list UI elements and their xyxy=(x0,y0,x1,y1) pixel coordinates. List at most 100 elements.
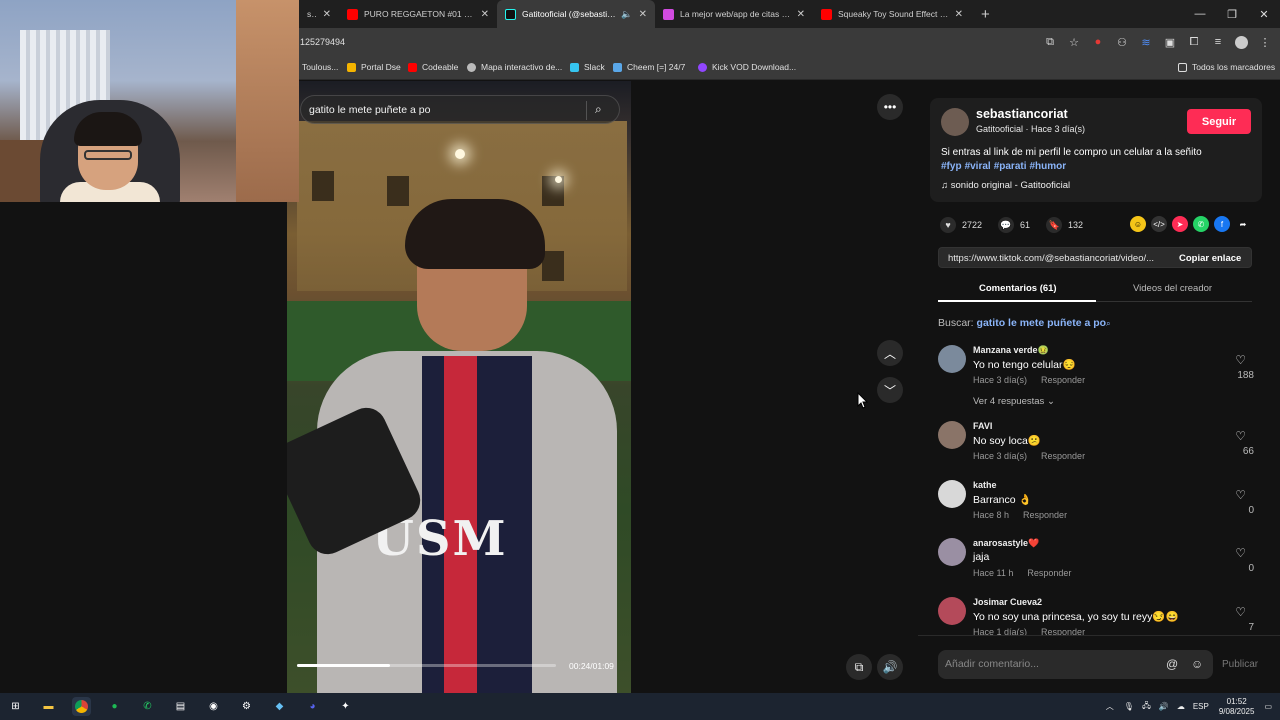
comment-like-icon[interactable]: ♡ xyxy=(1235,546,1246,560)
close-icon[interactable]: ✕ xyxy=(323,9,331,20)
sound-link[interactable]: ♫ sonido original - Gatitooficial xyxy=(941,180,1070,191)
extension-box-icon[interactable]: ▣ xyxy=(1163,36,1177,49)
volume-button[interactable]: 🔊 xyxy=(877,654,903,680)
settings-gear-icon[interactable]: ⚙ xyxy=(237,697,256,716)
hashtag-link[interactable]: #parati xyxy=(994,161,1027,172)
all-bookmarks[interactable]: Todos los marcadores xyxy=(1178,62,1275,72)
comment-button[interactable]: 💬 61 xyxy=(998,217,1030,233)
commenter-name[interactable]: Josimar Cueva2 xyxy=(973,597,1042,607)
windows-start-icon[interactable]: ⊞ xyxy=(6,697,25,716)
discord-icon[interactable]: ◕ xyxy=(303,697,322,716)
tab-comments[interactable]: Comentarios (61) xyxy=(979,283,1057,294)
bookmark-item[interactable]: Kick VOD Download... xyxy=(698,62,796,72)
close-icon[interactable]: ✕ xyxy=(639,9,647,20)
app-icon[interactable]: ✦ xyxy=(336,697,355,716)
video-progress-bar[interactable] xyxy=(297,664,556,667)
speaker-icon[interactable]: 🔈 xyxy=(621,9,632,20)
related-search[interactable]: Buscar: gatito le mete puñete a po⌕ xyxy=(938,317,1111,329)
next-video-button[interactable]: ﹀ xyxy=(877,377,903,403)
reply-button[interactable]: Responder xyxy=(1023,510,1067,520)
whatsapp-icon[interactable]: ✆ xyxy=(1193,216,1209,232)
microphone-icon[interactable]: 🎙 xyxy=(1124,702,1134,711)
notification-icon[interactable]: ▭ xyxy=(1264,702,1272,711)
hashtag-link[interactable]: #viral xyxy=(965,161,991,172)
comment-like-icon[interactable]: ♡ xyxy=(1235,429,1246,443)
extension-wave-icon[interactable]: ≋ xyxy=(1139,36,1153,49)
floating-player-button[interactable]: ⧉ xyxy=(846,654,872,680)
commenter-avatar[interactable] xyxy=(938,538,966,566)
creator-username[interactable]: sebastiancoriat xyxy=(976,107,1068,121)
commenter-name[interactable]: anarosastyle❤️ xyxy=(973,538,1039,549)
comment-input[interactable]: Añadir comentario... @ ☺ xyxy=(938,650,1213,679)
media-control-icon[interactable]: ≡ xyxy=(1211,36,1225,48)
network-icon[interactable]: 🖧 xyxy=(1142,700,1151,714)
mention-icon[interactable]: @ xyxy=(1166,657,1178,671)
view-replies-button[interactable]: Ver 4 respuestas ⌄ xyxy=(973,396,1055,407)
browser-tab[interactable]: PURO REGGAETON #01 (OLD) ✕ xyxy=(339,0,497,28)
extension-gamepad-icon[interactable]: ⚇ xyxy=(1115,36,1129,49)
close-icon[interactable]: ✕ xyxy=(481,9,489,20)
comment-like-icon[interactable]: ♡ xyxy=(1235,353,1246,367)
bookmark-item[interactable]: Codeable xyxy=(408,62,458,72)
tab-creator-videos[interactable]: Videos del creador xyxy=(1133,283,1212,294)
commenter-name[interactable]: Manzana verde🤢 xyxy=(973,345,1049,356)
commenter-avatar[interactable] xyxy=(938,421,966,449)
commenter-name[interactable]: FAVI xyxy=(973,421,992,431)
extensions-puzzle-icon[interactable]: ⧠ xyxy=(1187,36,1201,49)
facebook-icon[interactable]: f xyxy=(1214,216,1230,232)
commenter-avatar[interactable] xyxy=(938,480,966,508)
steam-icon[interactable]: ◆ xyxy=(270,697,289,716)
send-icon[interactable]: ➤ xyxy=(1172,216,1188,232)
tray-chevron-icon[interactable]: ︿ xyxy=(1106,701,1114,712)
hashtag-link[interactable]: #humor xyxy=(1030,161,1067,172)
post-link-text[interactable]: https://www.tiktok.com/@sebastiancoriat/… xyxy=(948,253,1168,264)
commenter-name[interactable]: kathe xyxy=(973,480,997,490)
obs-icon[interactable]: ◉ xyxy=(204,697,223,716)
browser-tab[interactable]: Squeaky Toy Sound Effect - You ✕ xyxy=(813,0,971,28)
close-icon[interactable]: ✕ xyxy=(955,9,963,20)
embed-icon[interactable]: </> xyxy=(1151,216,1167,232)
publish-button[interactable]: Publicar xyxy=(1222,659,1258,670)
minimize-icon[interactable]: — xyxy=(1184,0,1216,28)
comment-like-icon[interactable]: ♡ xyxy=(1235,488,1246,502)
menu-dots-icon[interactable]: ⋮ xyxy=(1258,36,1272,49)
bookmark-item[interactable]: Slack xyxy=(570,62,605,72)
browser-tab[interactable]: sica ✕ xyxy=(299,0,339,28)
close-window-icon[interactable]: ✕ xyxy=(1248,0,1280,28)
volume-icon[interactable]: 🔊 xyxy=(1159,702,1169,711)
reply-button[interactable]: Responder xyxy=(1041,375,1085,385)
bookmark-item[interactable]: Portal Dse xyxy=(347,62,401,72)
commenter-avatar[interactable] xyxy=(938,345,966,373)
browser-tab-active[interactable]: Gatitooficial (@sebastianco 🔈 ✕ xyxy=(497,0,655,28)
cloud-icon[interactable]: ☁ xyxy=(1177,702,1185,711)
profile-avatar-icon[interactable] xyxy=(1235,35,1248,49)
close-icon[interactable]: ✕ xyxy=(797,9,805,20)
new-tab-button[interactable]: + xyxy=(971,0,1000,28)
share-arrow-icon[interactable]: ➦ xyxy=(1235,216,1251,232)
related-search-query[interactable]: gatito le mete puñete a po xyxy=(977,317,1107,329)
url-text[interactable]: 125279494 xyxy=(300,37,345,47)
restore-icon[interactable]: ❐ xyxy=(1216,0,1248,28)
browser-tab[interactable]: La mejor web/app de citas grat ✕ xyxy=(655,0,813,28)
search-input[interactable]: gatito le mete puñete a po xyxy=(309,104,430,116)
chrome-icon[interactable] xyxy=(72,697,91,716)
reply-button[interactable]: Responder xyxy=(1027,568,1071,578)
spotify-icon[interactable]: ● xyxy=(105,697,124,716)
bookmark-star-icon[interactable]: ☆ xyxy=(1067,36,1081,49)
bookmark-item[interactable]: Mapa interactivo de... xyxy=(467,62,562,72)
install-app-icon[interactable]: ⧉ xyxy=(1043,36,1057,49)
bookmark-item[interactable]: Toulous... xyxy=(302,62,338,72)
hashtag-link[interactable]: #fyp xyxy=(941,161,962,172)
app-window-icon[interactable]: ▤ xyxy=(171,697,190,716)
video-player[interactable]: USM xyxy=(287,81,631,693)
copy-link-button[interactable]: Copiar enlace xyxy=(1179,253,1241,264)
whatsapp-icon[interactable]: ✆ xyxy=(138,697,157,716)
search-bar[interactable]: gatito le mete puñete a po ⌕ xyxy=(300,95,620,124)
file-explorer-icon[interactable]: ▬ xyxy=(39,697,58,716)
more-options-button[interactable]: ••• xyxy=(877,94,903,120)
previous-video-button[interactable]: ︿ xyxy=(877,340,903,366)
like-button[interactable]: ♥ 2722 xyxy=(940,217,982,233)
language-indicator[interactable]: ESP xyxy=(1193,702,1209,711)
emoji-icon[interactable]: ☺ xyxy=(1191,657,1203,671)
search-icon[interactable]: ⌕ xyxy=(595,102,602,117)
